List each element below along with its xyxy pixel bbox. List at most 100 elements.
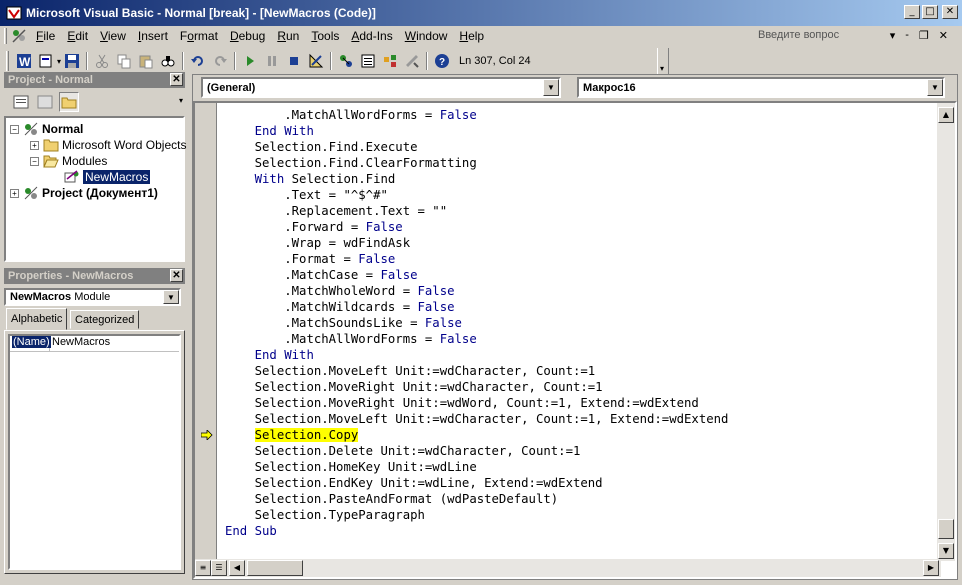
code-line[interactable]: .MatchAllWordForms = False bbox=[225, 331, 933, 347]
collapse-icon[interactable]: − bbox=[10, 124, 19, 134]
scroll-right-button[interactable]: ▶ bbox=[923, 560, 939, 576]
full-module-view-button[interactable]: ☰ bbox=[211, 560, 227, 576]
save-icon[interactable] bbox=[62, 51, 82, 71]
menubar-grip[interactable] bbox=[4, 28, 7, 44]
menu-debug[interactable]: Debug bbox=[224, 26, 271, 46]
menu-run[interactable]: Run bbox=[271, 26, 305, 46]
properties-object-select[interactable]: NewMacros Module ▼ bbox=[4, 288, 181, 306]
reset-icon[interactable] bbox=[284, 51, 304, 71]
code-line[interactable]: Selection.HomeKey Unit:=wdLine bbox=[225, 459, 933, 475]
menu-file[interactable]: File bbox=[30, 26, 61, 46]
expand-icon[interactable]: + bbox=[30, 140, 39, 150]
code-line[interactable]: .Text = "^$^#" bbox=[225, 187, 933, 203]
menu-addins[interactable]: Add-Ins bbox=[345, 26, 398, 46]
break-icon[interactable] bbox=[262, 51, 282, 71]
collapse-icon[interactable]: − bbox=[30, 156, 39, 166]
project-explorer-icon[interactable] bbox=[336, 51, 356, 71]
ask-question-box[interactable]: Введите вопрос bbox=[758, 29, 839, 41]
code-line[interactable]: Selection.EndKey Unit:=wdLine, Extend:=w… bbox=[225, 475, 933, 491]
horizontal-scroll-thumb[interactable] bbox=[247, 560, 303, 576]
menu-view[interactable]: View bbox=[94, 26, 132, 46]
code-line[interactable]: Selection.TypeParagraph bbox=[225, 507, 933, 523]
ask-dropdown-icon[interactable]: ▾ bbox=[890, 29, 896, 42]
code-line[interactable]: .Replacement.Text = "" bbox=[225, 203, 933, 219]
properties-close-button[interactable]: ✕ bbox=[170, 269, 183, 282]
margin-indicator-bar[interactable] bbox=[195, 103, 217, 561]
menu-edit[interactable]: Edit bbox=[61, 26, 94, 46]
undo-icon[interactable] bbox=[188, 51, 208, 71]
tree-node-modules[interactable]: − Modules bbox=[30, 153, 107, 169]
chevron-down-icon[interactable]: ▼ bbox=[163, 290, 179, 304]
word-icon[interactable]: W bbox=[14, 51, 34, 71]
help-icon[interactable]: ? bbox=[432, 51, 452, 71]
chevron-down-icon[interactable]: ▼ bbox=[543, 79, 559, 96]
design-mode-icon[interactable] bbox=[306, 51, 326, 71]
code-line[interactable]: End With bbox=[225, 123, 933, 139]
scroll-left-button[interactable]: ◀ bbox=[229, 560, 245, 576]
view-code-icon[interactable] bbox=[11, 92, 31, 112]
paste-icon[interactable] bbox=[136, 51, 156, 71]
menu-format[interactable]: Format bbox=[174, 26, 224, 46]
project-toolbar-more-icon[interactable]: ▾ bbox=[179, 96, 183, 105]
vertical-scrollbar[interactable]: ▲ ▼ bbox=[937, 103, 955, 561]
code-line[interactable]: .MatchAllWordForms = False bbox=[225, 107, 933, 123]
menu-tools[interactable]: Tools bbox=[305, 26, 345, 46]
procedure-combo[interactable]: Макрос16 ▼ bbox=[577, 77, 945, 98]
mdi-close-button[interactable]: ✕ bbox=[939, 29, 948, 42]
tree-node-newmacros[interactable]: NewMacros bbox=[64, 169, 151, 185]
run-icon[interactable] bbox=[240, 51, 260, 71]
code-editor[interactable]: .MatchAllWordForms = False End With Sele… bbox=[193, 101, 957, 579]
code-line[interactable]: End With bbox=[225, 347, 933, 363]
toolbar-options-grip[interactable]: ▾ bbox=[657, 48, 669, 74]
code-line[interactable]: .MatchWholeWord = False bbox=[225, 283, 933, 299]
tree-node-word-objects[interactable]: + Microsoft Word Objects bbox=[30, 137, 186, 153]
code-line[interactable]: .Wrap = wdFindAsk bbox=[225, 235, 933, 251]
code-line[interactable]: .Format = False bbox=[225, 251, 933, 267]
copy-icon[interactable] bbox=[114, 51, 134, 71]
mdi-minimize-button[interactable]: - bbox=[905, 29, 909, 42]
vertical-scroll-thumb[interactable] bbox=[938, 519, 954, 539]
toggle-folders-icon[interactable] bbox=[59, 92, 79, 112]
vba-menu-icon[interactable] bbox=[11, 29, 27, 43]
code-line[interactable]: Selection.Find.Execute bbox=[225, 139, 933, 155]
tree-node-project-document[interactable]: + Project (Документ1) bbox=[10, 185, 158, 201]
tab-categorized[interactable]: Categorized bbox=[70, 310, 140, 329]
mdi-restore-button[interactable]: ❐ bbox=[919, 29, 929, 42]
minimize-button[interactable]: _ bbox=[904, 5, 920, 19]
close-button[interactable]: ✕ bbox=[942, 5, 958, 19]
code-line[interactable]: Selection.MoveLeft Unit:=wdCharacter, Co… bbox=[225, 411, 933, 427]
maximize-button[interactable]: □ bbox=[922, 5, 938, 19]
properties-icon[interactable] bbox=[358, 51, 378, 71]
code-line[interactable]: With Selection.Find bbox=[225, 171, 933, 187]
property-row[interactable]: (Name) NewMacros bbox=[10, 336, 179, 352]
insert-module-icon[interactable] bbox=[36, 51, 56, 71]
menu-insert[interactable]: Insert bbox=[132, 26, 174, 46]
find-icon[interactable] bbox=[158, 51, 178, 71]
code-line[interactable]: .MatchCase = False bbox=[225, 267, 933, 283]
horizontal-scrollbar[interactable]: ≡ ☰ ◀ ▶ bbox=[195, 559, 941, 577]
chevron-down-icon[interactable]: ▼ bbox=[927, 79, 943, 96]
insert-dropdown-icon[interactable]: ▾ bbox=[57, 57, 61, 66]
tab-alphabetic[interactable]: Alphabetic bbox=[6, 308, 68, 330]
scroll-down-button[interactable]: ▼ bbox=[938, 543, 954, 559]
object-combo[interactable]: (General) ▼ bbox=[201, 77, 561, 98]
toolbar-grip[interactable] bbox=[6, 51, 9, 71]
current-execution-line[interactable]: Selection.Copy bbox=[225, 427, 933, 443]
menu-window[interactable]: Window bbox=[399, 26, 454, 46]
code-line[interactable]: .MatchWildcards = False bbox=[225, 299, 933, 315]
redo-icon[interactable] bbox=[210, 51, 230, 71]
tree-node-normal[interactable]: − Normal bbox=[10, 121, 83, 137]
code-text[interactable]: .MatchAllWordForms = False End With Sele… bbox=[225, 107, 933, 561]
expand-icon[interactable]: + bbox=[10, 188, 19, 198]
code-line[interactable]: .MatchSoundsLike = False bbox=[225, 315, 933, 331]
code-line[interactable]: Selection.MoveRight Unit:=wdWord, Count:… bbox=[225, 395, 933, 411]
code-line[interactable]: Selection.MoveLeft Unit:=wdCharacter, Co… bbox=[225, 363, 933, 379]
object-browser-icon[interactable] bbox=[380, 51, 400, 71]
procedure-view-button[interactable]: ≡ bbox=[195, 560, 211, 576]
code-line[interactable]: Selection.PasteAndFormat (wdPasteDefault… bbox=[225, 491, 933, 507]
menu-help[interactable]: Help bbox=[453, 26, 490, 46]
project-close-button[interactable]: ✕ bbox=[170, 73, 183, 86]
code-line[interactable]: End Sub bbox=[225, 523, 933, 539]
code-line[interactable]: .Forward = False bbox=[225, 219, 933, 235]
code-line[interactable]: Selection.Delete Unit:=wdCharacter, Coun… bbox=[225, 443, 933, 459]
